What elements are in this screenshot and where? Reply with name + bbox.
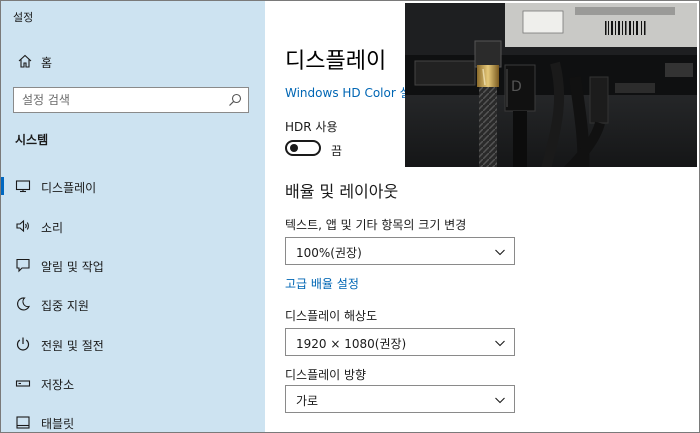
sidebar-item-home[interactable]: 홈 xyxy=(1,47,265,75)
sidebar-item-storage[interactable]: 저장소 xyxy=(1,368,265,398)
chevron-down-icon xyxy=(495,249,505,256)
sidebar-item-label: 저장소 xyxy=(41,378,75,392)
sidebar-item-display[interactable]: 디스플레이 xyxy=(1,171,265,201)
tablet-icon xyxy=(16,416,30,429)
home-label: 홈 xyxy=(41,56,53,70)
active-indicator xyxy=(1,177,4,195)
sidebar: 설정 홈 시스템 디스플레이 xyxy=(1,1,265,432)
sidebar-item-notifications[interactable]: 알림 및 작업 xyxy=(1,250,265,280)
search-icon[interactable] xyxy=(228,93,242,107)
hdr-label: HDR 사용 xyxy=(285,120,338,134)
cable-photo: D xyxy=(405,3,697,167)
hdr-toggle-state: 끔 xyxy=(331,144,343,158)
sidebar-item-power[interactable]: 전원 및 절전 xyxy=(1,329,265,359)
sidebar-item-focus-assist[interactable]: 집중 지원 xyxy=(1,289,265,319)
page-title: 디스플레이 xyxy=(285,49,387,74)
chevron-down-icon xyxy=(495,340,505,347)
power-icon xyxy=(16,337,30,351)
notification-icon xyxy=(16,258,30,273)
displayport-hdmi-cable-photo-icon: D xyxy=(405,3,697,167)
sidebar-item-label: 집중 지원 xyxy=(41,299,89,313)
resolution-label: 디스플레이 해상도 xyxy=(285,309,378,323)
toggle-knob xyxy=(290,144,298,152)
settings-window: 설정 홈 시스템 디스플레이 xyxy=(0,0,700,433)
sidebar-item-label: 소리 xyxy=(41,221,64,235)
orientation-label: 디스플레이 방향 xyxy=(285,368,367,382)
chevron-down-icon xyxy=(495,397,505,404)
moon-icon xyxy=(17,297,30,311)
home-icon xyxy=(18,54,32,68)
resolution-dropdown[interactable]: 1920 × 1080(권장) xyxy=(285,328,515,356)
app-title: 설정 xyxy=(13,11,34,24)
sidebar-item-tablet[interactable]: 태블릿 xyxy=(1,407,265,432)
orientation-value: 가로 xyxy=(296,394,319,408)
search-box xyxy=(13,87,249,113)
hdr-toggle[interactable] xyxy=(285,140,321,156)
storage-icon xyxy=(15,380,31,387)
sidebar-item-label: 디스플레이 xyxy=(41,181,97,195)
orientation-dropdown[interactable]: 가로 xyxy=(285,385,515,413)
resolution-value: 1920 × 1080(권장) xyxy=(296,337,407,351)
sidebar-item-sound[interactable]: 소리 xyxy=(1,211,265,241)
sidebar-item-label: 태블릿 xyxy=(41,417,75,431)
advanced-scaling-link[interactable]: 고급 배율 설정 xyxy=(285,275,359,292)
hdr-color-settings-link[interactable]: Windows HD Color 설정 xyxy=(285,84,422,101)
sidebar-item-label: 전원 및 절전 xyxy=(41,339,104,353)
scale-label: 텍스트, 앱 및 기타 항목의 크기 변경 xyxy=(285,218,467,232)
section-title: 시스템 xyxy=(15,133,49,147)
search-input[interactable] xyxy=(22,91,212,109)
svg-text:D: D xyxy=(511,79,522,95)
speaker-icon xyxy=(16,219,29,233)
monitor-icon xyxy=(15,180,31,193)
scale-value: 100%(권장) xyxy=(296,246,362,260)
scale-dropdown[interactable]: 100%(권장) xyxy=(285,237,515,265)
layout-heading: 배율 및 레이아웃 xyxy=(285,182,399,201)
sidebar-item-label: 알림 및 작업 xyxy=(41,260,104,274)
